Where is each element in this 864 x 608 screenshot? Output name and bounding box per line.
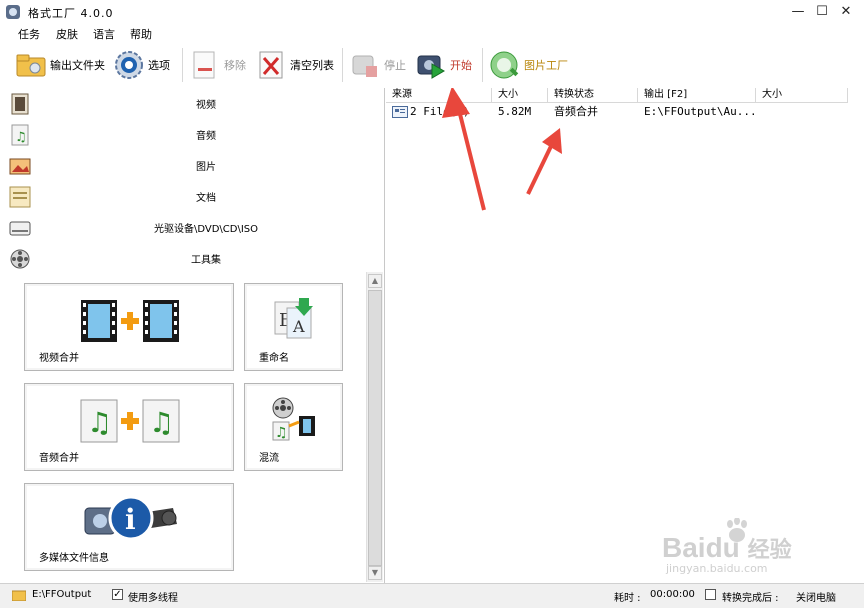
menu-bar: 任务 皮肤 语言 帮助 [0,24,864,42]
remove-button[interactable]: 移除 [190,46,246,84]
output-folder-icon[interactable] [11,589,27,602]
after-done-action[interactable]: 关闭电脑 [796,589,836,604]
elapsed-time: 00:00:00 [650,589,695,600]
app-icon [6,5,20,19]
scroll-down-button[interactable]: ▼ [368,566,382,580]
multithread-checkbox[interactable]: ✓ [112,589,123,600]
stop-icon [350,50,380,80]
task-list-panel: 来源 大小 转换状态 输出 [F2] 大小 2 File(s) 5.82M 音频… [386,88,864,583]
toolbar-separator [342,48,343,82]
watermark-brand-cn: 经验 [747,537,792,562]
video-merge-icon [81,300,179,342]
close-button[interactable]: ✕ [834,2,858,22]
document-icon [9,186,31,208]
tool-label: 音频合并 [39,453,79,464]
clear-list-button[interactable]: 清空列表 [256,46,334,84]
svg-text:i: i [125,503,136,536]
rename-tile[interactable]: B A 重命名 [244,283,343,371]
title-bar: 格式工厂 4.0.0 — ☐ ✕ [0,0,864,24]
menu-help[interactable]: 帮助 [130,26,152,42]
category-label: 文档 [196,193,216,204]
multithread-label: 使用多线程 [128,593,178,604]
category-tools[interactable]: 工具集 [0,243,384,274]
after-done-label: 转换完成后 : [722,593,779,604]
after-done-checkbox[interactable] [705,589,716,600]
svg-text:A: A [292,317,305,336]
rename-icon: B A [274,298,313,339]
toolbar-separator [182,48,183,82]
maximize-button[interactable]: ☐ [810,2,834,22]
toolbar-separator [482,48,483,82]
audio-merge-icon: ♫ ♫ [80,399,180,443]
options-gear-icon [114,50,144,80]
category-video[interactable]: 视频 [0,88,384,119]
audio-icon: ♫ [9,124,31,146]
folder-icon [16,50,46,80]
svg-text:♫: ♫ [15,130,27,145]
category-picture[interactable]: 图片 [0,150,384,181]
category-label: 音频 [196,131,216,142]
category-label: 图片 [196,162,216,173]
picture-factory-label: 图片工厂 [524,59,568,72]
clear-list-icon [256,50,286,80]
start-icon [416,50,446,80]
start-button[interactable]: 开始 [416,46,472,84]
stop-button[interactable]: 停止 [350,46,406,84]
options-label: 选项 [148,59,170,72]
annotation-arrows [442,88,562,211]
category-label: 工具集 [191,255,221,266]
elapsed-label: 耗时 : [614,593,641,604]
video-icon [9,93,31,115]
audio-merge-tile[interactable]: ♫ ♫ 音频合并 [24,383,234,471]
remove-icon [190,50,220,80]
output-folder-button[interactable]: 输出文件夹 [16,46,105,84]
mux-icon: ♫ [272,397,315,441]
menu-skin[interactable]: 皮肤 [56,26,78,42]
menu-task[interactable]: 任务 [18,26,40,42]
tool-label: 多媒体文件信息 [39,553,109,564]
category-disc[interactable]: 光驱设备\DVD\CD\ISO [0,212,384,243]
watermark-url: jingyan.baidu.com [666,562,768,575]
tool-label: 混流 [259,453,279,464]
scroll-thumb[interactable] [368,290,382,566]
svg-text:♫: ♫ [275,425,288,441]
output-path: E:\FFOutput [32,589,92,600]
svg-text:♫: ♫ [87,406,112,439]
status-bar: E:\FFOutput ✓ 使用多线程 耗时 : 00:00:00 转换完成后 … [0,583,864,608]
window-title: 格式工厂 4.0.0 [28,7,114,20]
tools-scrollbar[interactable]: ▲ ▼ [366,272,383,582]
tools-panel: 视频合并 B A 重命名 ♫ ♫ 音频合并 ♫ 混流 i 多媒体文件信息 [0,272,366,583]
tool-label: 视频合并 [39,353,79,364]
toolbar: 输出文件夹 选项 移除 清空列表 停止 开始 图片工厂 [0,42,864,88]
category-audio[interactable]: ♫ 音频 [0,119,384,150]
media-info-tile[interactable]: i 多媒体文件信息 [24,483,234,571]
clear-list-label: 清空列表 [290,59,334,72]
watermark-brand: Bai [662,532,706,563]
svg-text:♫: ♫ [149,406,174,439]
tools-icon [9,248,31,270]
picture-factory-button[interactable]: 图片工厂 [490,46,568,84]
category-label: 光驱设备\DVD\CD\ISO [153,224,259,235]
media-info-icon: i [84,495,177,541]
picture-icon [9,155,31,177]
tool-label: 重命名 [259,353,289,364]
scroll-up-button[interactable]: ▲ [368,274,382,288]
category-panel: 视频 ♫ 音频 图片 文档 光驱设备\DVD\CD\ISO 工具集 视频合并 B… [0,88,385,583]
options-button[interactable]: 选项 [114,46,170,84]
start-label: 开始 [450,59,472,72]
baidu-watermark: Baidu 经验 jingyan.baidu.com [662,518,852,578]
video-merge-tile[interactable]: 视频合并 [24,283,234,371]
mux-tile[interactable]: ♫ 混流 [244,383,343,471]
output-folder-label: 输出文件夹 [50,59,105,72]
picture-factory-icon [490,50,520,80]
category-label: 视频 [196,100,216,111]
minimize-button[interactable]: — [786,2,810,22]
disc-drive-icon [9,217,31,239]
menu-language[interactable]: 语言 [93,26,115,42]
watermark-brand-suffix: du [705,532,740,563]
stop-label: 停止 [384,59,406,72]
remove-label: 移除 [224,59,246,72]
category-document[interactable]: 文档 [0,181,384,212]
